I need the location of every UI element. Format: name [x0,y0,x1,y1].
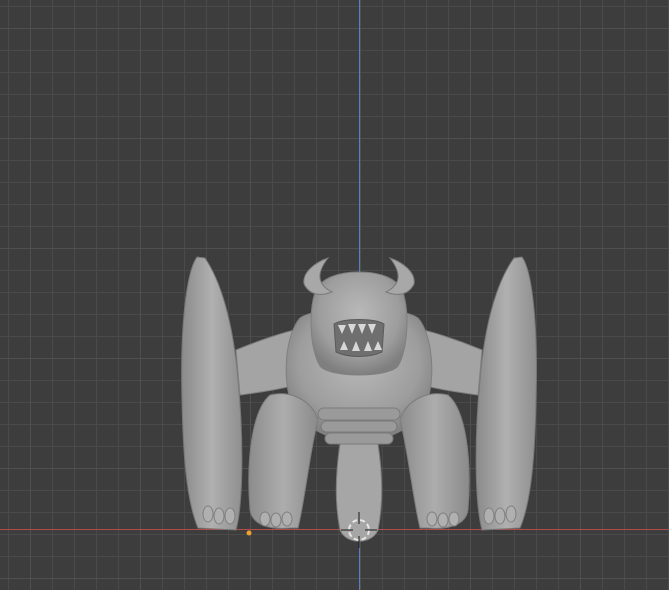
right-horn [384,257,415,295]
left-horn [303,257,334,295]
center-limb [335,443,383,542]
right-leg [399,393,470,529]
left-wing [181,256,243,531]
monster-mesh[interactable] [181,256,537,542]
abdomen [317,407,401,445]
right-wing [475,256,537,531]
left-leg [248,393,319,529]
sculpt-mesh-canvas [181,256,537,548]
3d-viewport[interactable] [0,0,669,590]
object-origin-icon[interactable] [246,530,252,536]
